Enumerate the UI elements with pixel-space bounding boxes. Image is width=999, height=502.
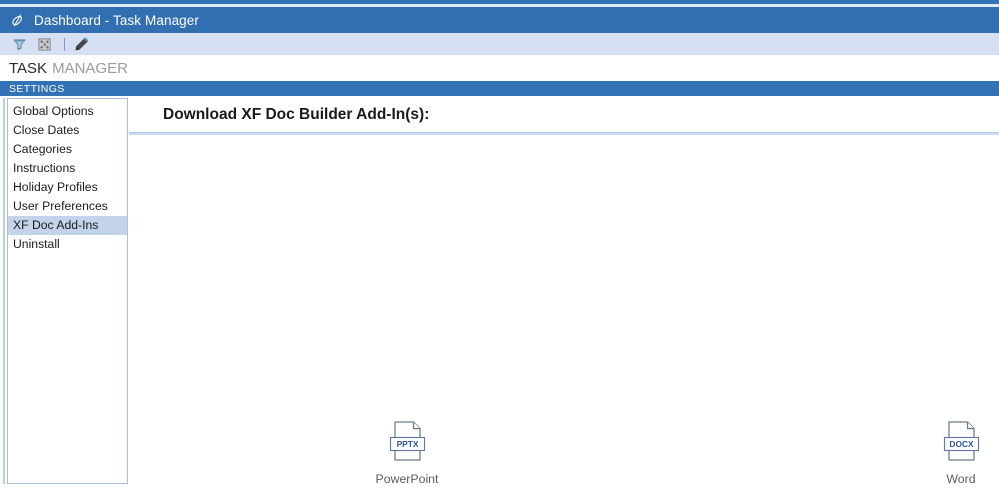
page-title: Download XF Doc Builder Add-In(s): xyxy=(163,106,430,123)
body-area: Global Options Close Dates Categories In… xyxy=(0,96,999,502)
sidebar-item-instructions[interactable]: Instructions xyxy=(8,159,127,178)
product-name-light: MANAGER xyxy=(52,59,128,77)
product-title-bar: TASK MANAGER xyxy=(0,55,999,81)
addin-tile-powerpoint[interactable]: PPTX PowerPoint xyxy=(365,418,449,486)
app-logo-icon xyxy=(8,10,28,30)
docx-file-icon: DOCX xyxy=(919,418,999,462)
addin-tile-label-powerpoint: PowerPoint xyxy=(375,472,439,486)
addin-tile-word[interactable]: DOCX Word xyxy=(919,418,999,486)
sidebar-item-uninstall[interactable]: Uninstall xyxy=(8,235,127,254)
addin-tile-label-word: Word xyxy=(946,472,976,486)
title-bar: Dashboard - Task Manager xyxy=(0,7,999,33)
addin-tile-group: PPTX PowerPoint DOCX Word xyxy=(129,418,999,498)
sidebar-item-user-preferences[interactable]: User Preferences xyxy=(8,197,127,216)
sidebar-item-close-dates[interactable]: Close Dates xyxy=(8,121,127,140)
pptx-file-icon: PPTX xyxy=(365,418,449,462)
settings-nav-list: Global Options Close Dates Categories In… xyxy=(7,98,128,484)
sidebar-item-holiday-profiles[interactable]: Holiday Profiles xyxy=(8,178,127,197)
sidebar-rail xyxy=(3,98,5,484)
window-title: Dashboard - Task Manager xyxy=(34,12,199,28)
sidebar-item-xf-doc-add-ins[interactable]: XF Doc Add-Ins xyxy=(8,216,127,235)
filter-icon[interactable] xyxy=(9,35,29,53)
settings-banner-label: SETTINGS xyxy=(9,82,65,95)
grid-settings-icon[interactable] xyxy=(34,35,54,53)
content-pane: Download XF Doc Builder Add-In(s): PPTX … xyxy=(129,96,999,502)
product-name-strong: TASK xyxy=(9,59,48,77)
task-manager-window: Dashboard - Task Manager TASK MANAGER SE… xyxy=(0,0,999,502)
settings-banner: SETTINGS xyxy=(0,81,999,96)
sidebar-item-categories[interactable]: Categories xyxy=(8,140,127,159)
pptx-badge-text: PPTX xyxy=(396,439,418,449)
toolbar-separator xyxy=(64,37,65,51)
content-divider xyxy=(129,132,999,136)
docx-badge-text: DOCX xyxy=(949,439,974,449)
sidebar-item-global-options[interactable]: Global Options xyxy=(8,102,127,121)
toolbar xyxy=(0,33,999,55)
edit-pencil-icon[interactable] xyxy=(72,35,92,53)
